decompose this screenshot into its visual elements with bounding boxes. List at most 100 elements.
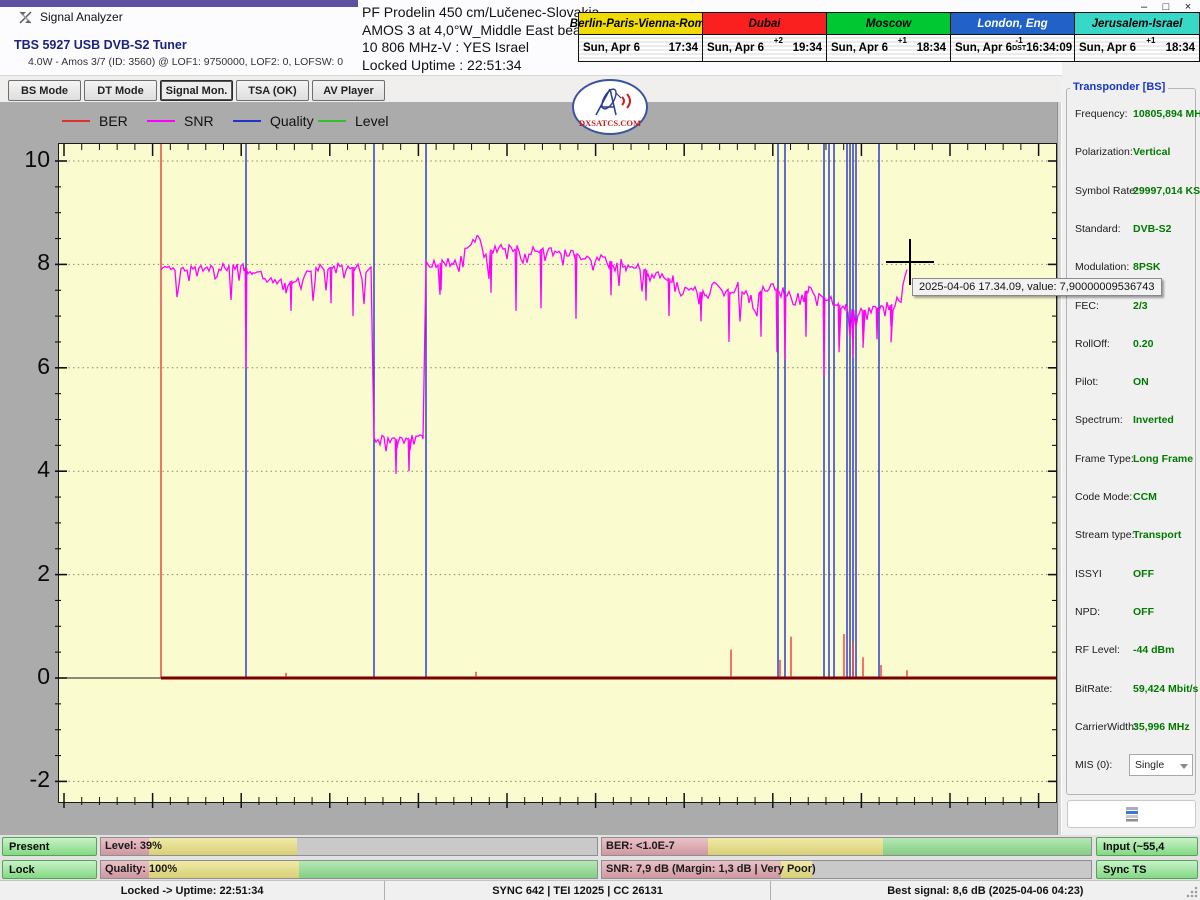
- ber-bar: BER: <1.0E-7: [601, 837, 1092, 856]
- field-value: DVB-S2: [1133, 223, 1172, 235]
- bar-fill-segment: [883, 838, 1091, 855]
- field-label: CarrierWidth:: [1075, 721, 1137, 733]
- clock-4: Jerusalem-IsraelSun, Apr 6+118:34: [1075, 13, 1199, 61]
- field-label: Symbol Rate:: [1075, 185, 1138, 197]
- field-value: 35,996 MHz: [1133, 721, 1190, 733]
- transponder-row-rflevel: RF Level:-44 dBm: [1067, 641, 1197, 661]
- field-label: Standard:: [1075, 223, 1121, 235]
- y-tick-label: 4: [10, 456, 50, 483]
- field-value: Vertical: [1133, 146, 1170, 158]
- window-title: Signal Analyzer: [40, 10, 123, 24]
- field-value: 2/3: [1133, 300, 1148, 312]
- resize-grip[interactable]: [1186, 886, 1198, 898]
- signal-plot[interactable]: [58, 143, 1057, 803]
- present-badge: Present: [2, 837, 97, 856]
- transponder-panel-title: Transponder [BS]: [1070, 81, 1168, 93]
- stream-list-button[interactable]: [1067, 800, 1196, 828]
- field-label: Stream type:: [1075, 529, 1135, 541]
- legend-line-swatch: [233, 120, 261, 122]
- legend-snr: SNR: [147, 112, 214, 130]
- transponder-row-rolloff: RollOff: 0.20: [1067, 335, 1197, 355]
- field-label: Pilot:: [1075, 376, 1098, 388]
- transponder-row-carrierwidth: CarrierWidth:35,996 MHz: [1067, 718, 1197, 738]
- chart-region: BERSNRQualityLevel 1086420-2: [0, 102, 1060, 835]
- legend-label: BER: [99, 113, 128, 129]
- transponder-row-pilot: Pilot:ON: [1067, 373, 1197, 393]
- level-bar: Level: 39%: [100, 837, 598, 856]
- tab-av-player[interactable]: AV Player: [312, 80, 385, 101]
- snr-bar: SNR: 7,9 dB (Margin: 1,3 dB | Very Poor): [601, 860, 1092, 879]
- clock-name: Moscow: [827, 13, 950, 35]
- field-label: ISSYI: [1075, 568, 1102, 580]
- y-tick-label: 6: [10, 353, 50, 380]
- clock-utc-offset: -1DST: [1012, 35, 1026, 53]
- clock-time: 18:34: [917, 42, 946, 54]
- statusbar: Locked -> Uptime: 22:51:34 SYNC 642 | TE…: [0, 880, 1200, 900]
- tab-signal-mon-[interactable]: Signal Mon.: [160, 80, 233, 101]
- transponder-groupbox: Frequency:10805,894 MHz Polarization:Vert…: [1066, 88, 1196, 795]
- tab-tsa-ok-[interactable]: TSA (OK): [236, 80, 309, 101]
- clock-name: Dubai: [703, 13, 826, 35]
- snr-trace: [161, 236, 907, 474]
- quality-bar: Quality: 100%: [100, 860, 598, 879]
- site-line-2: AMOS 3 at 4,0°W_Middle East beam: [362, 22, 577, 40]
- clock-3: London, EngSun, Apr 6-1DST16:34:09: [951, 13, 1075, 61]
- tab-dt-mode[interactable]: DT Mode: [84, 80, 157, 101]
- transponder-row-fec: FEC: 2/3: [1067, 297, 1197, 317]
- transponder-row-codemode: Code Mode:CCM: [1067, 488, 1197, 508]
- clock-time-row: Sun, Apr 6+118:34: [827, 35, 950, 60]
- lock-badge: Lock: [2, 860, 97, 879]
- clock-0: Berlin-Paris-Vienna-RomaSun, Apr 617:34: [579, 13, 703, 61]
- snr-bar-label: SNR: 7,9 dB (Margin: 1,3 dB | Very Poor): [606, 861, 816, 878]
- field-value: OFF: [1133, 606, 1154, 618]
- bar-fill-segment: [708, 838, 883, 855]
- clock-date: Sun, Apr 6: [955, 42, 1012, 54]
- transponder-row-frequency: Frequency:10805,894 MHz: [1067, 105, 1197, 125]
- site-line-4: Locked Uptime : 22:51:34: [362, 57, 577, 75]
- field-label: BitRate:: [1075, 683, 1112, 695]
- sync-ts-badge: Sync TS: [1096, 860, 1198, 879]
- clock-time: 18:34: [1166, 42, 1195, 54]
- field-value: Long Frame: [1133, 453, 1193, 465]
- field-label: Modulation:: [1075, 261, 1129, 273]
- tuner-detail: 4.0W - Amos 3/7 (ID: 3560) @ LOF1: 97500…: [28, 56, 343, 68]
- field-value: 0.20: [1133, 338, 1153, 350]
- transponder-row-symbolrate: Symbol Rate:29997,014 KS/s: [1067, 182, 1197, 202]
- field-value: CCM: [1133, 491, 1157, 503]
- tab-bs-mode[interactable]: BS Mode: [8, 80, 81, 101]
- statusbar-sync-counters: SYNC 642 | TEI 12025 | CC 26131: [384, 881, 769, 900]
- mode-tabs-strip: BS ModeDT ModeSignal Mon.TSA (OK)AV Play…: [0, 75, 1062, 103]
- mis-select[interactable]: Single: [1129, 754, 1193, 776]
- site-line-3: 10 806 MHz-V : YES Israel: [362, 39, 577, 57]
- dxsatcs-logo: DXSATCS.COM: [572, 79, 648, 135]
- field-label: RollOff:: [1075, 338, 1110, 350]
- field-label: Code Mode:: [1075, 491, 1132, 503]
- field-value: 29997,014 KS/s: [1133, 185, 1200, 197]
- legend-line-swatch: [62, 120, 90, 122]
- clock-utc-offset: [640, 35, 668, 37]
- clock-2: MoscowSun, Apr 6+118:34: [827, 13, 951, 61]
- chevron-down-icon: [1180, 764, 1188, 769]
- ber-bar-label: BER: <1.0E-7: [606, 838, 675, 855]
- level-bar-label: Level: 39%: [105, 838, 162, 855]
- y-tick-label: 10: [10, 146, 50, 173]
- list-icon: [1125, 806, 1139, 822]
- transponder-row-mis0: MIS (0):Single: [1067, 756, 1197, 776]
- transponder-row-standard: Standard: DVB-S2: [1067, 220, 1197, 240]
- field-value: -44 dBm: [1133, 644, 1174, 656]
- field-label: Polarization:: [1075, 146, 1133, 158]
- field-value: 8PSK: [1133, 261, 1160, 273]
- clock-name: Jerusalem-Israel: [1075, 13, 1199, 35]
- clock-time-row: Sun, Apr 6+118:34: [1075, 35, 1199, 60]
- field-value: OFF: [1133, 568, 1154, 580]
- y-tick-label: 8: [10, 249, 50, 276]
- legend-ber: BER: [62, 112, 128, 130]
- clock-date: Sun, Apr 6: [1079, 42, 1136, 54]
- field-label: FEC:: [1075, 300, 1099, 312]
- field-label: Frequency:: [1075, 108, 1128, 120]
- field-value: Transport: [1133, 529, 1181, 541]
- field-label: Frame Type:: [1075, 453, 1134, 465]
- site-line-1: PF Prodelin 450 cm/Lučenec-Slovakia: [362, 4, 577, 22]
- app-icon: [18, 10, 33, 25]
- legend-label: Quality: [270, 113, 314, 129]
